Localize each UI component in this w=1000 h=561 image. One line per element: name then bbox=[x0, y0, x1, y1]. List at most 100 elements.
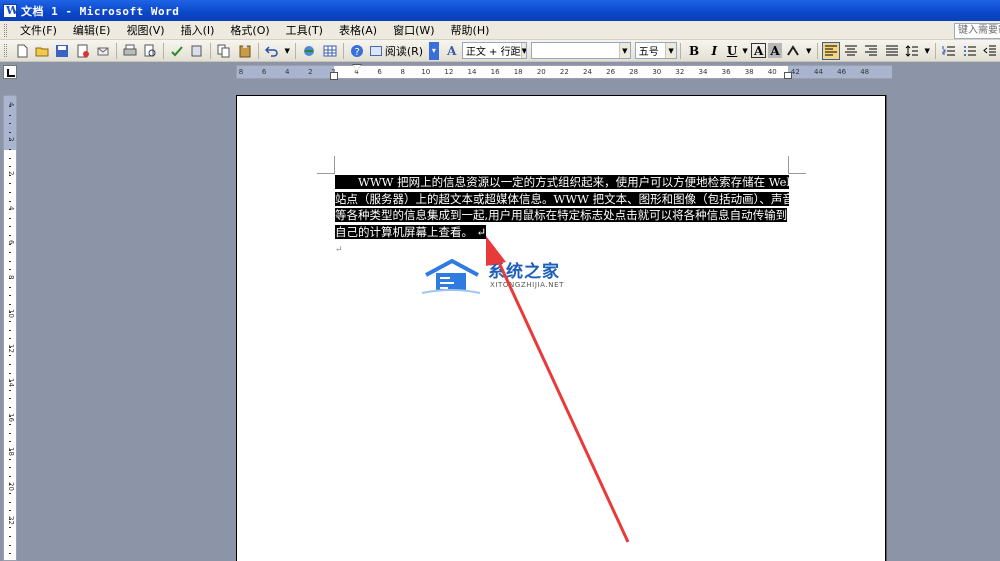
paragraph-mark: ↵ bbox=[476, 224, 487, 239]
phonetic-guide-button[interactable] bbox=[784, 42, 802, 60]
toolbar-separator bbox=[295, 42, 297, 59]
ruler-tick-label: 24 bbox=[583, 68, 592, 76]
vertical-ruler-minor-tick bbox=[9, 295, 11, 297]
menu-tools[interactable]: 工具(T) bbox=[278, 22, 331, 38]
toolbar-separator bbox=[816, 42, 818, 59]
save-button[interactable] bbox=[53, 42, 71, 60]
new-document-button[interactable] bbox=[13, 42, 31, 60]
ruler-tick-label: 42 bbox=[790, 68, 800, 76]
menu-help[interactable]: 帮助(H) bbox=[443, 22, 498, 38]
toolbar-grip-handle[interactable] bbox=[4, 44, 7, 57]
menu-edit[interactable]: 编辑(E) bbox=[65, 22, 119, 38]
menu-table[interactable]: 表格(A) bbox=[331, 22, 385, 38]
style-select[interactable]: 正文 + 行距 ▼ bbox=[461, 42, 528, 59]
underline-button[interactable]: U bbox=[725, 42, 738, 60]
spelling-button[interactable] bbox=[168, 42, 186, 60]
line-spacing-dropdown-button[interactable]: ▼ bbox=[923, 42, 932, 60]
toolbar-separator bbox=[257, 42, 259, 59]
menu-file[interactable]: 文件(F) bbox=[12, 22, 65, 38]
italic-button[interactable]: I bbox=[705, 42, 723, 60]
horizontal-ruler[interactable]: 8642246810121416182022242628303234363840… bbox=[236, 64, 892, 80]
open-button[interactable] bbox=[33, 42, 51, 60]
vertical-ruler-minor-tick bbox=[9, 217, 11, 219]
text-line[interactable]: WWW 把网上的信息资源以一定的方式组织起来，使用户可以方便地检索存储在 Web bbox=[335, 174, 789, 191]
right-indent-marker[interactable] bbox=[784, 72, 792, 79]
undo-button[interactable] bbox=[263, 42, 281, 60]
first-line-indent-marker[interactable] bbox=[353, 65, 361, 71]
vertical-ruler-minor-tick bbox=[9, 553, 11, 555]
styles-formatting-button[interactable]: A bbox=[443, 42, 461, 60]
selected-text[interactable]: 站点（服务器）上的超文本或超媒体信息。WWW 把文本、图形和图像（包括动画）、声… bbox=[335, 191, 789, 206]
menu-view[interactable]: 视图(V) bbox=[118, 22, 172, 38]
ruler-tick-label: 6 bbox=[261, 68, 267, 76]
selected-text-content: 自己的计算机屏幕上查看。 bbox=[335, 224, 473, 239]
numbered-list-icon bbox=[942, 45, 956, 55]
vertical-ruler-minor-tick bbox=[9, 157, 11, 159]
character-border-button[interactable]: A bbox=[751, 43, 766, 58]
text-line[interactable]: 自己的计算机屏幕上查看。 ↵ bbox=[335, 224, 789, 241]
ruler-tick-label: 4 bbox=[284, 68, 290, 76]
tab-selector-button[interactable] bbox=[3, 65, 17, 79]
toolbar-options-button[interactable]: ▾ bbox=[429, 41, 439, 60]
paste-button[interactable] bbox=[236, 42, 254, 60]
ruler-tick-label: 44 bbox=[814, 68, 823, 76]
help-button[interactable]: ? bbox=[348, 42, 366, 60]
justify-button[interactable] bbox=[883, 42, 901, 60]
help-question-input[interactable]: 键入需要帮助的问题 bbox=[954, 23, 1000, 39]
print-button[interactable] bbox=[121, 42, 139, 60]
house-logo-icon bbox=[422, 259, 481, 294]
folder-open-icon bbox=[35, 47, 49, 56]
character-shading-button[interactable]: A bbox=[767, 43, 783, 58]
font-select[interactable]: ▼ bbox=[531, 42, 631, 59]
underline-dropdown-button[interactable]: ▼ bbox=[741, 42, 750, 60]
styles-icon: A bbox=[447, 43, 457, 58]
menu-grip-handle[interactable] bbox=[4, 23, 7, 37]
vertical-ruler-minor-tick bbox=[9, 123, 11, 125]
vertical-ruler[interactable]: 4 2 2 4 6 8 10 12 14 16 18 20 22 bbox=[3, 95, 17, 561]
line-spacing-button[interactable] bbox=[903, 42, 921, 60]
vertical-ruler-tick-label: 20 bbox=[7, 481, 15, 491]
vertical-ruler-minor-tick bbox=[9, 140, 11, 142]
vertical-ruler-minor-tick bbox=[9, 286, 11, 288]
document-page[interactable]: WWW 把网上的信息资源以一定的方式组织起来，使用户可以方便地检索存储在 Web… bbox=[236, 95, 886, 561]
vertical-ruler-minor-tick bbox=[9, 346, 11, 348]
vertical-ruler-minor-tick bbox=[9, 501, 11, 503]
menu-format[interactable]: 格式(O) bbox=[222, 22, 277, 38]
text-line[interactable]: 站点（服务器）上的超文本或超媒体信息。WWW 把文本、图形和图像（包括动画）、声… bbox=[335, 191, 789, 208]
vertical-ruler-minor-tick bbox=[9, 381, 11, 383]
vertical-ruler-minor-tick bbox=[9, 467, 11, 469]
menu-insert[interactable]: 插入(I) bbox=[173, 22, 223, 38]
left-indent-marker[interactable] bbox=[330, 72, 338, 80]
phonetic-dropdown-button[interactable]: ▼ bbox=[804, 42, 813, 60]
text-line[interactable]: 等各种类型的信息集成到一起,用户用鼠标在特定标志处点击就可以将各种信息自动传输到 bbox=[335, 207, 789, 224]
align-left-button[interactable] bbox=[821, 41, 841, 60]
copy-button[interactable] bbox=[215, 42, 233, 60]
selected-text[interactable]: WWW 把网上的信息资源以一定的方式组织起来，使用户可以方便地检索存储在 Web bbox=[335, 175, 789, 189]
tables-borders-button[interactable] bbox=[321, 42, 339, 60]
align-center-button[interactable] bbox=[842, 42, 860, 60]
vertical-ruler-tick-label: 14 bbox=[7, 378, 15, 387]
document-body[interactable]: WWW 把网上的信息资源以一定的方式组织起来，使用户可以方便地检索存储在 Web… bbox=[335, 174, 789, 257]
selected-text[interactable]: 等各种类型的信息集成到一起,用户用鼠标在特定标志处点击就可以将各种信息自动传输到 bbox=[335, 208, 788, 222]
decrease-indent-button[interactable] bbox=[981, 42, 999, 60]
research-button[interactable] bbox=[188, 42, 206, 60]
print-preview-button[interactable] bbox=[141, 42, 159, 60]
vertical-ruler-minor-tick bbox=[9, 510, 11, 512]
permission-button[interactable] bbox=[73, 42, 91, 60]
numbering-button[interactable] bbox=[940, 42, 958, 60]
word-app-icon[interactable] bbox=[3, 3, 18, 18]
selected-text[interactable]: 自己的计算机屏幕上查看。 ↵ bbox=[335, 224, 487, 239]
align-right-icon bbox=[865, 45, 878, 55]
menu-window[interactable]: 窗口(W) bbox=[385, 22, 442, 38]
hyperlink-icon bbox=[304, 45, 315, 56]
bold-button[interactable]: B bbox=[685, 42, 703, 60]
align-right-button[interactable] bbox=[862, 42, 880, 60]
email-button[interactable] bbox=[94, 42, 112, 60]
read-mode-button[interactable]: 阅读(R) bbox=[367, 42, 426, 60]
bullets-button[interactable] bbox=[961, 42, 979, 60]
font-size-select[interactable]: 五号 ▼ bbox=[634, 42, 678, 59]
undo-dropdown-button[interactable]: ▼ bbox=[283, 42, 292, 60]
vertical-ruler-minor-tick bbox=[9, 441, 11, 443]
ruler-tick-label: 12 bbox=[444, 68, 454, 76]
insert-hyperlink-button[interactable] bbox=[300, 42, 318, 60]
